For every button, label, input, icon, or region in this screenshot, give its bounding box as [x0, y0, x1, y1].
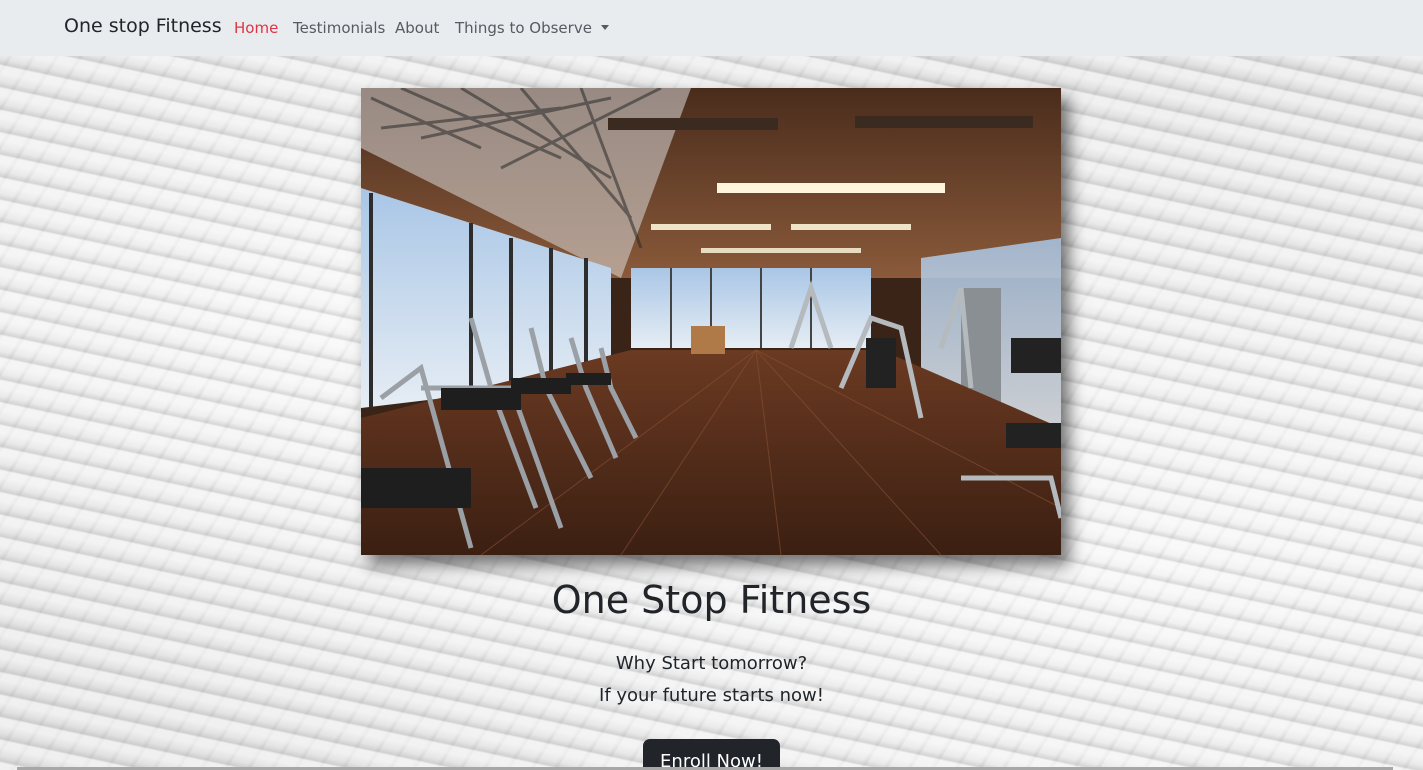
tagline-line-2: If your future starts now!: [599, 685, 824, 706]
nav-link-about[interactable]: About: [395, 19, 439, 37]
nav-dropdown-things-to-observe[interactable]: Things to Observe: [455, 19, 609, 37]
enroll-now-button[interactable]: Enroll Now!: [643, 739, 780, 770]
tagline-line-1: Why Start tomorrow?: [615, 653, 808, 674]
nav-dropdown-label: Things to Observe: [455, 19, 592, 37]
nav-link-testimonials[interactable]: Testimonials: [293, 19, 385, 37]
gym-interior-image: [361, 88, 1061, 555]
brand-link[interactable]: One stop Fitness: [64, 15, 222, 37]
hero-title: One Stop Fitness: [551, 578, 872, 622]
caret-down-icon: [600, 25, 609, 30]
top-navbar: One stop Fitness Home Testimonials About…: [0, 0, 1423, 56]
hero-section: One Stop Fitness Why Start tomorrow? If …: [0, 56, 1423, 770]
nav-link-home[interactable]: Home: [234, 19, 278, 37]
